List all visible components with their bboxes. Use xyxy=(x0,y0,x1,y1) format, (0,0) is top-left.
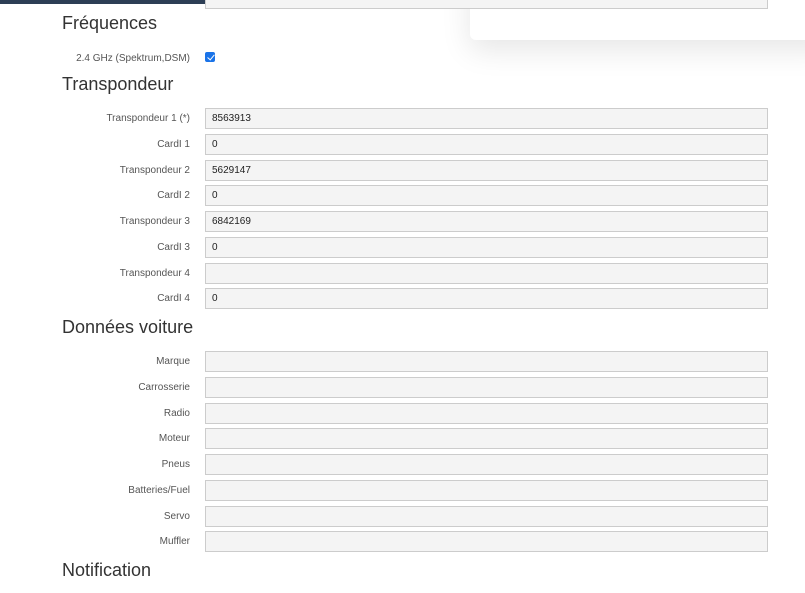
batteries-fuel-input[interactable] xyxy=(205,480,768,501)
marque-input[interactable] xyxy=(205,351,768,372)
moteur-input[interactable] xyxy=(205,428,768,449)
carrosserie-input[interactable] xyxy=(205,377,768,398)
cardi-4-input[interactable] xyxy=(205,288,768,309)
section-title-notification: Notification xyxy=(62,560,152,580)
radio-input[interactable] xyxy=(205,403,768,424)
muffler-input[interactable] xyxy=(205,531,768,552)
section-title-frequences: Fréquences xyxy=(62,13,158,33)
section-title-transpondeur: Transpondeur xyxy=(62,74,174,94)
cardi-3-label: CardI 3 xyxy=(157,242,190,253)
marque-label: Marque xyxy=(156,356,190,367)
transpondeur-1-input[interactable] xyxy=(205,108,768,129)
checkmark-icon xyxy=(207,52,215,61)
carrosserie-label: Carrosserie xyxy=(138,382,190,393)
transpondeur-3-input[interactable] xyxy=(205,211,768,232)
transpondeur-4-label: Transpondeur 4 xyxy=(119,268,190,279)
pneus-input[interactable] xyxy=(205,454,768,475)
section-title-donnees-voiture: Données voiture xyxy=(62,317,194,337)
cardi-1-label: CardI 1 xyxy=(157,139,190,150)
transpondeur-3-label: Transpondeur 3 xyxy=(119,216,190,227)
servo-label: Servo xyxy=(163,511,190,522)
cardi-2-input[interactable] xyxy=(205,185,768,206)
cardi-4-label: CardI 4 xyxy=(157,293,190,304)
previous-input-field[interactable] xyxy=(205,0,768,9)
transpondeur-2-label: Transpondeur 2 xyxy=(119,165,190,176)
moteur-label: Moteur xyxy=(158,433,190,444)
radio-label: Radio xyxy=(163,408,190,419)
cardi-2-label: CardI 2 xyxy=(157,190,190,201)
transpondeur-2-input[interactable] xyxy=(205,160,768,181)
muffler-label: Muffler xyxy=(159,536,190,547)
transpondeur-4-input[interactable] xyxy=(205,263,768,284)
cardi-1-input[interactable] xyxy=(205,134,768,155)
form-page: Fréquences 2.4 GHz (Spektrum,DSM) Transp… xyxy=(0,0,805,593)
servo-input[interactable] xyxy=(205,506,768,527)
batteries-fuel-label: Batteries/Fuel xyxy=(128,485,190,496)
freq-2-4ghz-label: 2.4 GHz (Spektrum,DSM) xyxy=(76,53,190,64)
freq-2-4ghz-checkbox[interactable] xyxy=(205,52,215,62)
transpondeur-1-label: Transpondeur 1 (*) xyxy=(106,113,190,124)
pneus-label: Pneus xyxy=(161,459,190,470)
cardi-3-input[interactable] xyxy=(205,237,768,258)
